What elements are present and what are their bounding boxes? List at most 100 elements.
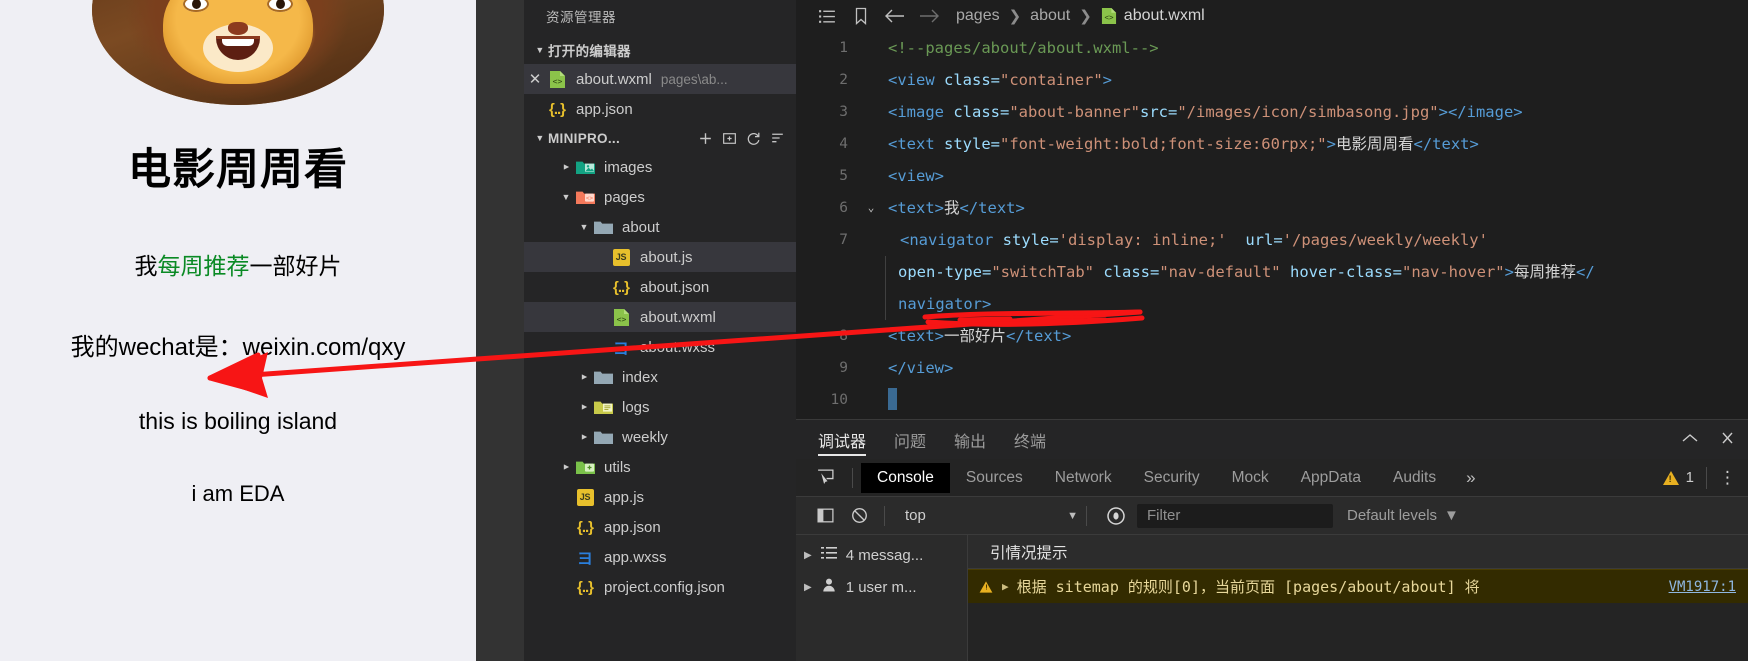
console-messages-count[interactable]: ▶ 4 messag... [796, 539, 967, 571]
fold-chevron-icon[interactable]: ⌄ [858, 192, 884, 224]
console-message-source-link[interactable]: VM1917:1 [1669, 579, 1748, 595]
devtools-tab-mock[interactable]: Mock [1216, 463, 1285, 493]
live-expression-icon[interactable] [1095, 505, 1137, 527]
console-user-messages-count[interactable]: ▶ 1 user m... [796, 571, 967, 603]
tree-folder-index[interactable]: ▼ index [524, 362, 796, 392]
console-group-header[interactable]: 引情况提示 [968, 535, 1748, 569]
devtools-tab-sources[interactable]: Sources [950, 463, 1039, 493]
outline-icon[interactable] [810, 7, 844, 26]
line-number [796, 256, 858, 288]
warning-indicator[interactable]: 1 [1662, 469, 1694, 486]
tree-folder-weekly[interactable]: ▼ weekly [524, 422, 796, 452]
code-line[interactable]: 9 </view> [796, 352, 1748, 384]
close-icon[interactable] [1718, 430, 1738, 450]
code-line[interactable]: 1 <!--pages/about/about.wxml--> [796, 32, 1748, 64]
code-line[interactable]: open-type="switchTab" class="nav-default… [796, 256, 1748, 288]
file-tree: ▼ images ▼ <> pages ▼ about JS about.js {..} about… [524, 152, 796, 602]
nav-sentence: 我每周推荐一部好片 [0, 247, 476, 281]
chevron-down-icon: ▼ [535, 45, 545, 55]
chevron-down-icon[interactable]: ▼ [558, 192, 574, 202]
code-line[interactable]: 4 <text style="font-weight:bold;font-size… [796, 128, 1748, 160]
more-tabs-icon[interactable]: » [1452, 468, 1489, 488]
tree-folder-pages[interactable]: ▼ <> pages [524, 182, 796, 212]
chevron-up-icon[interactable] [1680, 430, 1700, 450]
chevron-right-icon[interactable]: ▼ [579, 429, 589, 445]
svg-text:<>: <> [1104, 13, 1114, 22]
open-editor-about-wxml[interactable]: ✕ <> about.wxml pages\ab... [524, 64, 796, 94]
console-warning-message[interactable]: ▶ 根据 sitemap 的规则[0]，当前页面 [pages/about/ab… [968, 569, 1748, 603]
code-line[interactable]: 2 <view class="container"> [796, 64, 1748, 96]
tree-folder-utils[interactable]: ▼ utils [524, 452, 796, 482]
forward-arrow-icon[interactable] [912, 7, 946, 25]
editor-column: pages ❯ about ❯ <> about.wxml 1 <!--pages… [796, 0, 1748, 661]
devtools-tab-appdata[interactable]: AppData [1285, 463, 1377, 493]
devtools-tab-network[interactable]: Network [1039, 463, 1128, 493]
code-line[interactable]: 8 <text>一部好片</text> [796, 320, 1748, 352]
js-icon: JS [610, 248, 632, 266]
inspect-element-icon[interactable] [806, 468, 844, 487]
tree-file-about-wxml[interactable]: <> about.wxml [524, 302, 796, 332]
devtools-tab-audits[interactable]: Audits [1377, 463, 1452, 493]
chevron-right-icon[interactable]: ▶ [1002, 580, 1009, 593]
warning-triangle-icon [979, 580, 993, 593]
user-icon [821, 577, 837, 597]
open-editor-app-json[interactable]: {..} app.json [524, 94, 796, 124]
tree-file-about-json[interactable]: {..} about.json [524, 272, 796, 302]
tree-folder-logs[interactable]: ▼ logs [524, 392, 796, 422]
log-levels-select[interactable]: Default levels ▼ [1347, 507, 1459, 524]
weekly-nav-link[interactable]: 每周推荐 [158, 253, 250, 279]
open-editors-section-header[interactable]: ▼ 打开的编辑器 [524, 36, 796, 64]
project-section-header[interactable]: ▼ MINIPRO... [524, 124, 796, 152]
tree-file-app-js[interactable]: JS app.js [524, 482, 796, 512]
warning-count: 1 [1685, 469, 1694, 486]
refresh-icon[interactable] [742, 127, 764, 149]
collapse-all-icon[interactable] [766, 127, 788, 149]
tree-file-project-config-json[interactable]: {..} project.config.json [524, 572, 796, 602]
tab-output[interactable]: 输出 [954, 420, 986, 460]
breadcrumb-about[interactable]: about [1030, 7, 1070, 25]
tree-file-app-wxss[interactable]: ヨ app.wxss [524, 542, 796, 572]
breadcrumb-pages[interactable]: pages [956, 7, 1000, 25]
back-arrow-icon[interactable] [878, 7, 912, 25]
bookmark-icon[interactable] [844, 6, 878, 26]
code-line[interactable]: 5 <view> [796, 160, 1748, 192]
code-line[interactable]: navigator> [796, 288, 1748, 320]
execution-context-select[interactable]: top ▼ [893, 507, 1078, 524]
chevron-down-icon[interactable]: ▼ [576, 222, 592, 232]
tree-item-label: weekly [622, 428, 668, 446]
tree-folder-about[interactable]: ▼ about [524, 212, 796, 242]
code-editor[interactable]: 1 <!--pages/about/about.wxml--> 2 <view cla… [796, 32, 1748, 419]
eda-line: i am EDA [191, 481, 285, 506]
tree-file-app-json[interactable]: {..} app.json [524, 512, 796, 542]
chevron-right-icon[interactable]: ▼ [579, 369, 589, 385]
new-file-icon[interactable] [694, 127, 716, 149]
devtools-tab-console[interactable]: Console [861, 462, 950, 493]
tab-debugger[interactable]: 调试器 [818, 420, 867, 460]
new-folder-icon[interactable] [718, 127, 740, 149]
breadcrumb-file[interactable]: <> about.wxml [1101, 7, 1205, 25]
console-sidebar: ▶ 4 messag... ▶ 1 user m... [796, 535, 968, 661]
sidebar-toggle-icon[interactable] [808, 506, 842, 525]
close-icon[interactable]: ✕ [524, 70, 546, 88]
chevron-right-icon[interactable]: ▼ [579, 399, 589, 415]
console-filter-input[interactable]: Filter [1137, 503, 1333, 528]
activity-bar[interactable] [476, 0, 524, 661]
tree-file-about-wxss[interactable]: ヨ about.wxss [524, 332, 796, 362]
devtools-menu-icon[interactable]: ⋮ [1719, 469, 1736, 486]
code-line[interactable]: 7 <navigator style='display: inline;' url… [796, 224, 1748, 256]
line-number: 1 [839, 40, 848, 56]
clear-console-icon[interactable] [842, 506, 876, 525]
chevron-right-icon[interactable]: ▼ [561, 459, 571, 475]
tree-folder-images[interactable]: ▼ images [524, 152, 796, 182]
console-output[interactable]: 引情况提示 ▶ 根据 sitemap 的规则[0]，当前页面 [pages/ab… [968, 535, 1748, 661]
tab-terminal[interactable]: 终端 [1014, 420, 1046, 460]
devtools-tab-security[interactable]: Security [1128, 463, 1216, 493]
chevron-right-icon[interactable]: ▼ [561, 159, 571, 175]
tree-file-about-js[interactable]: JS about.js [524, 242, 796, 272]
code-line[interactable]: 10 [796, 384, 1748, 416]
tab-problems[interactable]: 问题 [894, 420, 926, 460]
tree-item-label: about [622, 218, 660, 236]
code-line[interactable]: 3 <image class="about-banner"src="/images… [796, 96, 1748, 128]
nav-sentence-prefix: 我 [134, 253, 158, 279]
code-line[interactable]: 6 ⌄ <text>我</text> [796, 192, 1748, 224]
